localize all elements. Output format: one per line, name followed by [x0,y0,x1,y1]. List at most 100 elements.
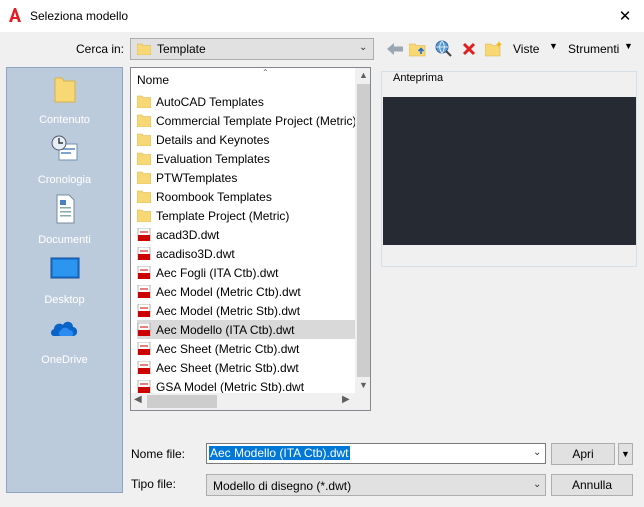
list-item[interactable]: Commercial Template Project (Metric) [137,111,356,130]
dwt-file-icon [137,285,151,298]
dwt-file-icon [137,380,151,393]
open-label: Apri [572,447,594,461]
look-in-value: Template [157,42,206,56]
list-item[interactable]: Template Project (Metric) [137,206,356,225]
scroll-right-icon[interactable]: ▶ [342,394,350,405]
list-item[interactable]: Aec Model (Metric Ctb).dwt [137,282,356,301]
preview-area [383,97,636,245]
folder-icon [137,95,151,108]
folder-icon [137,171,151,184]
chevron-down-icon: ⌄ [359,42,368,53]
look-in-combo[interactable]: Template ⌄ [130,38,374,60]
back-arrow-icon[interactable] [385,39,405,59]
tools-dropdown-icon[interactable]: ▼ [624,41,633,51]
file-type-label-text: Tipo file: [131,477,176,491]
look-in-label: Cerca in: [76,42,124,56]
list-item-label: Aec Modello (ITA Ctb).dwt [156,322,295,337]
dwt-file-icon [137,266,151,279]
vertical-scrollbar[interactable]: ▲ ▼ [355,68,370,393]
column-header-name[interactable]: Nome [137,73,169,87]
scroll-thumb[interactable] [357,84,370,377]
scroll-down-icon[interactable]: ▼ [359,380,368,390]
open-button[interactable]: Apri [551,443,615,465]
place-contenuto[interactable]: Contenuto [7,74,122,132]
views-dropdown-icon[interactable]: ▼ [549,41,558,51]
folder-icon [137,43,151,55]
scroll-left-icon[interactable]: ◀ [134,394,142,405]
documents-icon [56,194,75,224]
list-item[interactable]: Aec Model (Metric Stb).dwt [137,301,356,320]
preview-label: Anteprima [391,72,446,84]
list-item[interactable]: Aec Fogli (ITA Ctb).dwt [137,263,356,282]
tools-label: Strumenti [568,42,620,56]
list-item-label: acadiso3D.dwt [156,246,235,261]
place-label: Contenuto [39,114,90,126]
dwt-file-icon [137,323,151,336]
list-item[interactable]: AutoCAD Templates [137,92,356,111]
list-item[interactable]: Roombook Templates [137,187,356,206]
list-item[interactable]: Evaluation Templates [137,149,356,168]
scroll-thumb[interactable] [147,395,217,408]
list-item-label: GSA Model (Metric Stb).dwt [156,379,305,394]
list-item-label: Template Project (Metric) [156,208,290,223]
cancel-button[interactable]: Annulla [551,474,633,496]
open-dropdown-button[interactable]: ▼ [618,443,633,465]
list-item[interactable]: Aec Modello (ITA Ctb).dwt [137,320,356,339]
place-documenti[interactable]: Documenti [7,194,122,252]
list-item[interactable]: Details and Keynotes [137,130,356,149]
places-bar: Contenuto Cronologia Documenti Desktop O… [6,67,123,493]
list-item[interactable]: acadiso3D.dwt [137,244,356,263]
list-item[interactable]: acad3D.dwt [137,225,356,244]
list-item-label: Aec Fogli (ITA Ctb).dwt [156,265,279,280]
history-icon [51,135,78,161]
file-type-select[interactable]: Modello di disegno (*.dwt) ⌄ [206,474,546,496]
place-cronologia[interactable]: Cronologia [7,134,122,192]
folder-icon [54,77,76,103]
dwt-file-icon [137,342,151,355]
file-type-label: Tipo file: [131,477,176,491]
new-folder-icon[interactable] [484,39,504,59]
folder-icon [137,152,151,165]
look-in-label-text: Cerca in: [76,42,125,56]
file-name-label-text: Nome file: [131,447,186,461]
list-item[interactable]: Aec Sheet (Metric Ctb).dwt [137,339,356,358]
column-header-label: Nome [137,73,170,87]
cancel-label: Annulla [571,478,613,492]
desktop-icon [50,257,80,279]
sort-ascending-icon: ⌃ [262,68,269,77]
up-folder-icon[interactable] [408,39,428,59]
list-item[interactable]: Aec Sheet (Metric Stb).dwt [137,358,356,377]
list-item-label: Roombook Templates [156,189,272,204]
file-name-input[interactable]: Aec Modello (ITA Ctb).dwt ⌄ [206,443,546,464]
list-item-label: Details and Keynotes [156,132,270,147]
file-list[interactable]: ⌃ Nome AutoCAD Templates Commercial Templ… [130,67,371,411]
dwt-file-icon [137,304,151,317]
delete-icon[interactable] [459,39,479,59]
chevron-down-icon[interactable]: ⌄ [533,447,541,458]
dwt-file-icon [137,228,151,241]
folder-icon [137,133,151,146]
place-label: Documenti [38,234,91,246]
views-menu[interactable]: Viste [513,42,539,56]
horizontal-scrollbar[interactable]: ◀ ▶ [131,393,370,410]
file-name-value: Aec Modello (ITA Ctb).dwt [209,446,350,460]
folder-icon [137,209,151,222]
list-item-label: Aec Sheet (Metric Ctb).dwt [156,341,300,356]
chevron-down-icon: ⌄ [533,479,542,490]
tools-menu[interactable]: Strumenti [568,42,619,56]
dwt-file-icon [137,247,151,260]
list-item-label: Aec Model (Metric Stb).dwt [156,303,301,318]
file-type-value: Modello di disegno (*.dwt) [213,479,352,493]
dwt-file-icon [137,361,151,374]
place-onedrive[interactable]: OneDrive [7,314,122,372]
views-label: Viste [513,42,540,56]
scroll-up-icon[interactable]: ▲ [359,70,368,80]
close-button[interactable]: ✕ [606,0,644,32]
place-desktop[interactable]: Desktop [7,254,122,312]
list-item[interactable]: PTWTemplates [137,168,356,187]
folder-icon [137,190,151,203]
place-label: Desktop [44,294,85,306]
onedrive-icon [51,321,78,336]
search-web-icon[interactable] [434,39,454,59]
list-item-label: AutoCAD Templates [156,94,264,109]
